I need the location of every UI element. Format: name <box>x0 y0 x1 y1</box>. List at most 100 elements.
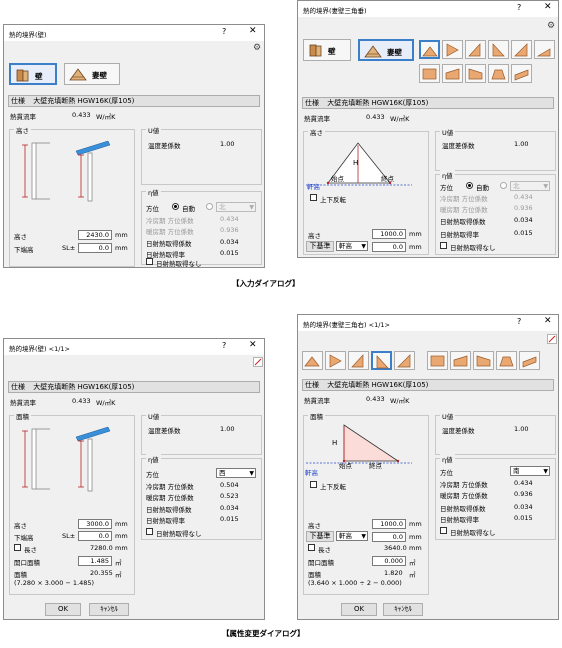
solar-rate-label: 日射熱取得率 <box>146 517 185 525</box>
solar-value: 0.034 <box>220 238 239 246</box>
svg-text:H: H <box>332 439 337 447</box>
dir-select[interactable]: 北 ▼ <box>510 181 550 191</box>
shape-triangle-center-button[interactable] <box>302 351 323 370</box>
cancel-button[interactable]: ｷｬﾝｾﾙ <box>383 603 423 616</box>
gable-right-triangle-diagram: H <box>306 424 412 464</box>
dir-select[interactable]: 西 ▼ <box>216 468 256 478</box>
cool-label: 冷房期 方位係数 <box>146 483 194 491</box>
manual-radio[interactable] <box>206 203 213 210</box>
height-input[interactable]: 3000.0 <box>78 519 112 529</box>
flip-checkbox[interactable] <box>310 481 317 488</box>
shape-trapezoid2-button[interactable] <box>465 64 486 83</box>
area-unit: ㎡ <box>409 571 416 579</box>
flow-value: 0.433 <box>72 111 91 119</box>
shape-triangle-right2-button[interactable] <box>371 351 392 370</box>
shape-rect-button[interactable] <box>427 351 448 370</box>
manual-radio[interactable] <box>500 182 507 189</box>
bottom-input[interactable]: 0.0 <box>78 531 112 541</box>
auto-radio[interactable] <box>466 182 473 189</box>
shape-triangle-right-button[interactable] <box>465 40 486 59</box>
base-select[interactable]: 軒高 ▼ <box>336 241 368 251</box>
base-button[interactable]: 下基準 <box>306 531 334 542</box>
shape-trapezoid3-button[interactable] <box>488 64 509 83</box>
nosolar-checkbox[interactable] <box>440 527 447 534</box>
close-button[interactable]: ✕ <box>249 340 257 350</box>
wall-attr-dialog: 熱的境界(壁) <1/1> ? ✕ 仕様 大壁充填断熱 HGW16K(厚105)… <box>3 338 265 620</box>
height-input[interactable]: 2430.0 <box>78 230 112 240</box>
wall-icon <box>16 69 29 82</box>
spec-value: 大壁充填断熱 HGW16K(厚105) <box>33 97 135 105</box>
gear-icon[interactable]: ⚙ <box>253 43 261 53</box>
help-button[interactable]: ? <box>222 341 226 350</box>
length-checkbox[interactable] <box>308 544 315 551</box>
close-button[interactable]: ✕ <box>544 316 552 326</box>
spec-button[interactable]: 仕様 大壁充填断熱 HGW16K(厚105) <box>302 97 554 109</box>
temp-label: 温度差係数 <box>442 142 475 150</box>
close-button[interactable]: ✕ <box>544 2 552 12</box>
height-input[interactable]: 1000.0 <box>372 229 406 239</box>
close-button[interactable]: ✕ <box>249 26 257 36</box>
length-checkbox[interactable] <box>14 544 21 551</box>
shape-triangle-center-button[interactable] <box>419 40 440 59</box>
opening-input[interactable]: 0.000 <box>372 556 406 566</box>
tab-wall[interactable]: 壁 <box>303 39 351 61</box>
pin-icon[interactable] <box>253 357 263 367</box>
dir-label: 方位 <box>146 471 159 479</box>
shape-triangle-right-button[interactable] <box>348 351 369 370</box>
shape-triangle-left-button[interactable] <box>325 351 346 370</box>
spec-button[interactable]: 仕様 大壁充填断熱 HGW16K(厚105) <box>8 381 260 393</box>
base-select[interactable]: 軒高 ▼ <box>336 531 368 541</box>
bottom-input[interactable]: 0.0 <box>372 532 406 542</box>
help-button[interactable]: ? <box>517 317 521 326</box>
shape-trapezoid-button[interactable] <box>442 64 463 83</box>
shape-rect-button[interactable] <box>419 64 440 83</box>
nosolar-checkbox[interactable] <box>146 258 153 265</box>
bottom-unit: mm <box>115 532 128 540</box>
help-button[interactable]: ? <box>222 27 226 36</box>
help-button[interactable]: ? <box>517 3 521 12</box>
start-point-label: 始点 <box>331 175 344 183</box>
height-unit: mm <box>409 230 422 238</box>
shape-triangle-right2-button[interactable] <box>488 40 509 59</box>
spec-button[interactable]: 仕様 大壁充填断熱 HGW16K(厚105) <box>302 379 554 391</box>
tab-wall[interactable]: 壁 <box>9 63 57 85</box>
area-value: 1.820 <box>384 569 403 577</box>
triangle-slope-icon <box>514 43 528 57</box>
flip-checkbox[interactable] <box>310 194 317 201</box>
nosolar-checkbox[interactable] <box>146 528 153 535</box>
shape-trapezoid2-button[interactable] <box>473 351 494 370</box>
height-label: 高さ <box>14 522 27 530</box>
shape-triangle-left-button[interactable] <box>442 40 463 59</box>
trapezoid-icon <box>445 68 460 80</box>
base-button[interactable]: 下基準 <box>306 241 334 252</box>
nosolar-label: 日射熱取得なし <box>450 244 496 252</box>
shape-parallelogram-button[interactable] <box>519 351 540 370</box>
shape-triangle-slope-button[interactable] <box>394 351 415 370</box>
bottom-input[interactable]: 0.0 <box>372 242 406 252</box>
shape-trapezoid-button[interactable] <box>450 351 471 370</box>
pin-icon[interactable] <box>547 334 557 344</box>
opening-input[interactable]: 1.485 <box>78 556 112 566</box>
wall-icon <box>309 44 322 57</box>
shape-triangle-slope2-button[interactable] <box>534 40 555 59</box>
solar-rate-value: 0.015 <box>514 229 533 237</box>
tab-gable[interactable]: 妻壁 <box>64 63 120 85</box>
gable-icon <box>364 45 382 58</box>
shape-trapezoid3-button[interactable] <box>496 351 517 370</box>
ok-button[interactable]: OK <box>341 603 377 616</box>
dir-select[interactable]: 北 ▼ <box>216 202 256 212</box>
tab-gable[interactable]: 妻壁 <box>358 39 414 61</box>
dir-select[interactable]: 南 ▼ <box>510 466 550 476</box>
spec-button[interactable]: 仕様 大壁充填断熱 HGW16K(厚105) <box>8 95 260 107</box>
ok-button[interactable]: OK <box>45 603 81 616</box>
shape-triangle-slope-button[interactable] <box>511 40 532 59</box>
nosolar-checkbox[interactable] <box>440 242 447 249</box>
gear-icon[interactable]: ⚙ <box>547 21 555 31</box>
flow-value: 0.433 <box>72 397 91 405</box>
cancel-button[interactable]: ｷｬﾝｾﾙ <box>89 603 129 616</box>
height-input[interactable]: 1000.0 <box>372 519 406 529</box>
dialog-title: 熱的境界(妻壁三角垂) <box>303 7 367 15</box>
auto-radio[interactable] <box>172 203 179 210</box>
shape-parallelogram-button[interactable] <box>511 64 532 83</box>
bottom-input[interactable]: 0.0 <box>78 243 112 253</box>
